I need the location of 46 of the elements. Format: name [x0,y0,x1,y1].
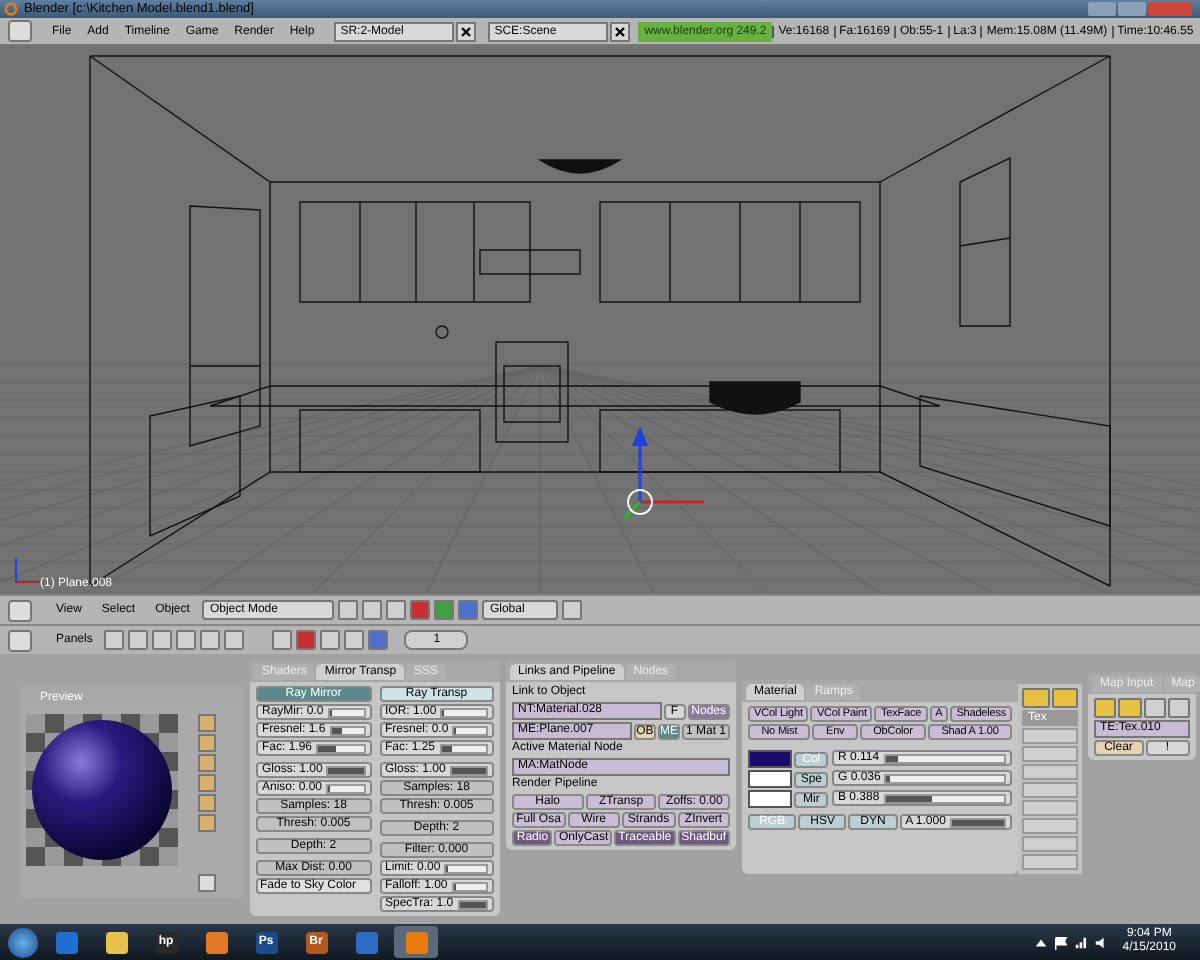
radiosity-button[interactable] [344,630,365,650]
context-button[interactable] [152,630,173,650]
blender-logo-icon [4,2,18,16]
context-button[interactable] [176,630,197,650]
draw-type-button[interactable] [337,600,358,620]
texture-slot[interactable] [1022,764,1078,780]
texture-slot[interactable] [1022,854,1078,870]
close-icon[interactable] [456,21,477,41]
texture-slot[interactable] [1022,746,1078,762]
world-button[interactable] [368,630,389,650]
paste-button[interactable] [1051,688,1078,708]
show-hidden-icon[interactable] [1034,935,1049,949]
transform-manipulator[interactable] [622,426,704,520]
start-button[interactable] [8,927,38,957]
move-down-button[interactable] [1167,698,1190,718]
lamp-button[interactable] [272,630,293,650]
color-swatch[interactable] [748,750,793,768]
paste-button[interactable] [1118,698,1141,718]
preview-settings-button[interactable] [198,874,216,892]
layer-button[interactable] [561,600,582,620]
axis-icon [15,557,41,583]
texture-slot[interactable] [1022,728,1078,744]
hand-button[interactable] [385,600,406,620]
material-button[interactable] [296,630,317,650]
color-swatch[interactable] [748,790,793,808]
scale-button[interactable] [457,600,478,620]
texture-button[interactable] [320,630,341,650]
copy-button[interactable] [1022,688,1049,708]
texture-slot[interactable] [1022,818,1078,834]
context-button[interactable] [224,630,245,650]
pivot-button[interactable] [361,600,382,620]
texture-slot[interactable] [1022,800,1078,816]
speaker-icon[interactable] [1094,935,1109,949]
context-button[interactable] [128,630,149,650]
copy-button[interactable] [1094,698,1117,718]
texture-slot[interactable] [1022,836,1078,852]
signal-icon[interactable] [1074,935,1089,949]
rotate-button[interactable] [433,600,454,620]
close-icon[interactable] [610,21,631,41]
context-button[interactable] [200,630,221,650]
texture-slot[interactable] [1022,782,1078,798]
move-up-button[interactable] [1143,698,1166,718]
context-button[interactable] [104,630,125,650]
flag-icon[interactable] [1054,935,1069,949]
translate-button[interactable] [409,600,430,620]
color-swatch[interactable] [748,770,793,788]
